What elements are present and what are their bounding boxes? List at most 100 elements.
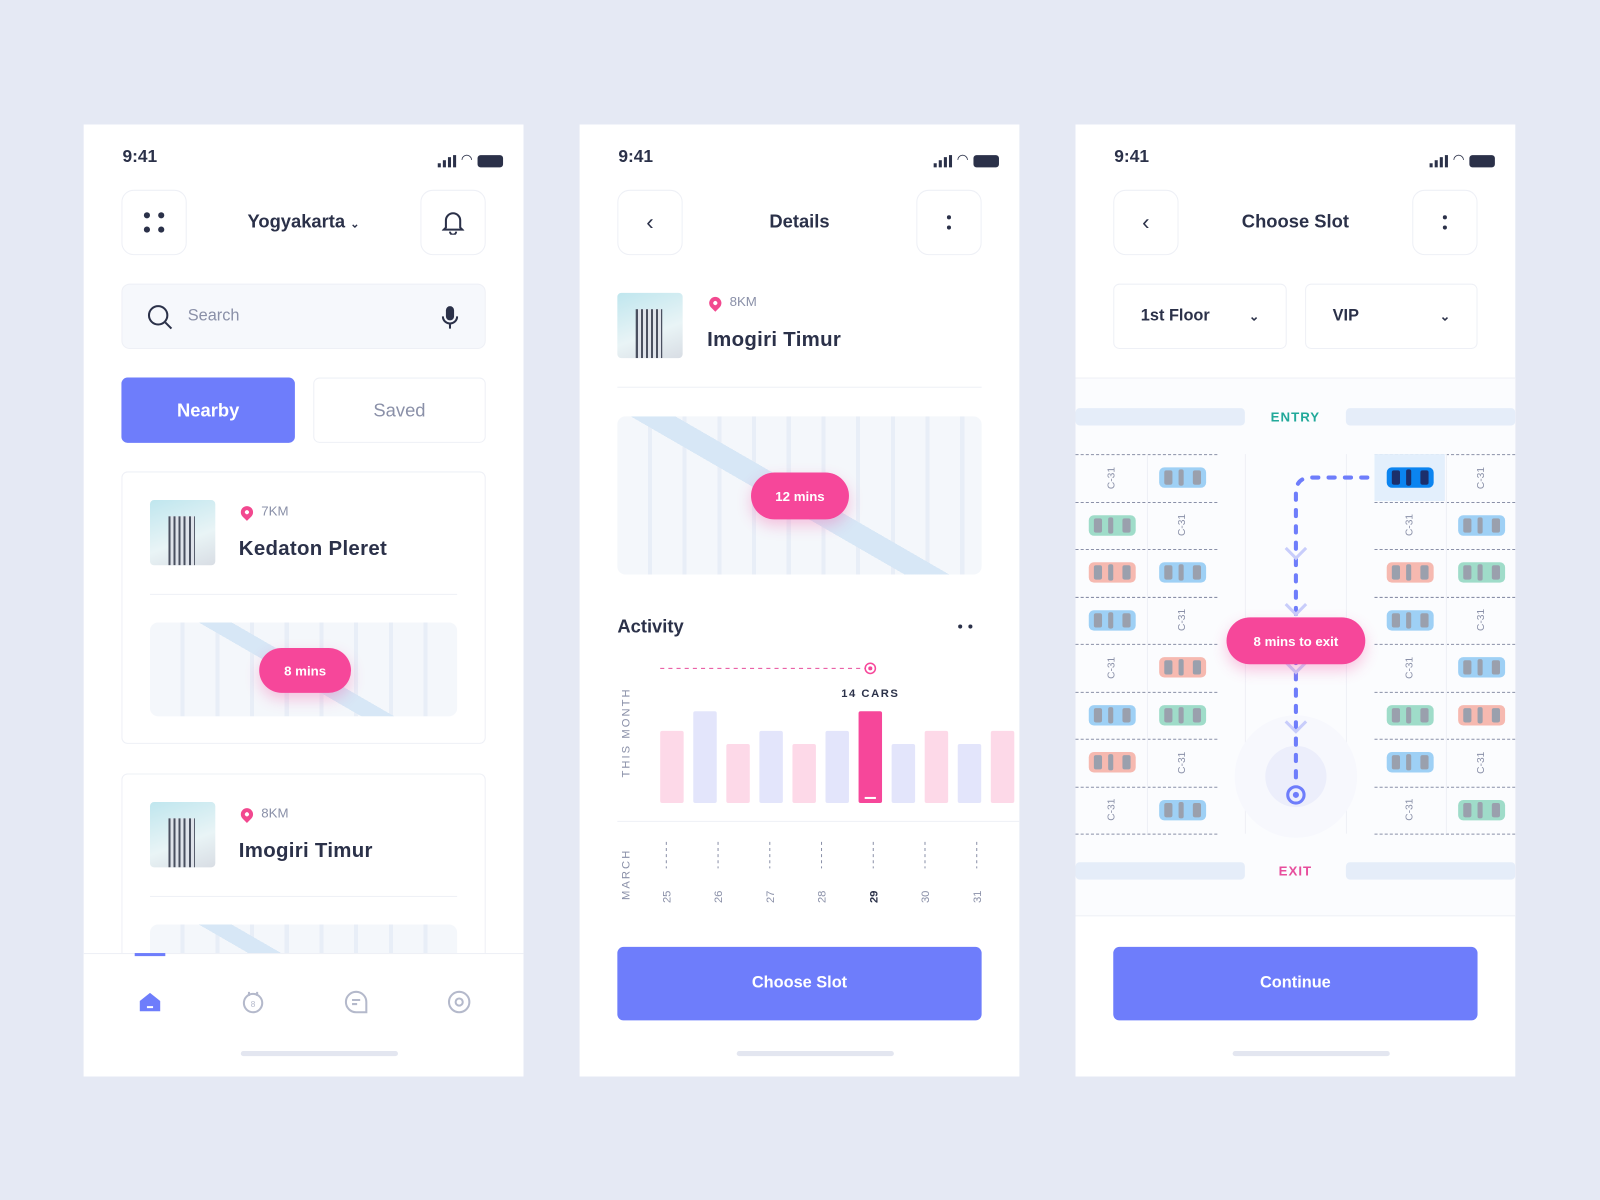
- slot-label: C-31: [1106, 466, 1118, 489]
- occupied-slot[interactable]: [1446, 691, 1515, 738]
- slot-label: C-31: [1106, 798, 1118, 821]
- empty-slot[interactable]: C-31: [1147, 739, 1217, 786]
- home-screen: 9:41 ◠ Yogyakarta ⌄ Search Nearby Saved …: [83, 124, 524, 1077]
- occupied-slot[interactable]: [1077, 549, 1147, 596]
- empty-slot[interactable]: C-31: [1374, 786, 1444, 833]
- empty-slot[interactable]: C-31: [1147, 596, 1217, 643]
- bar[interactable]: [990, 730, 1015, 804]
- bar[interactable]: [726, 744, 750, 804]
- place-name: Imogiri Timur: [238, 839, 373, 863]
- microphone-icon[interactable]: [441, 305, 459, 329]
- occupied-slot[interactable]: [1077, 739, 1147, 786]
- signal-icon: [1429, 155, 1448, 168]
- type-value: VIP: [1332, 307, 1359, 325]
- occupied-slot[interactable]: [1147, 786, 1217, 833]
- bar[interactable]: [792, 744, 816, 804]
- place-card[interactable]: 7KM Kedaton Pleret 8 mins: [121, 471, 486, 744]
- car-icon: [1386, 704, 1434, 725]
- bar[interactable]: [825, 730, 849, 804]
- calendar-icon[interactable]: 8: [241, 990, 265, 1014]
- back-button[interactable]: ‹: [1113, 189, 1179, 256]
- home-icon[interactable]: [138, 990, 162, 1014]
- settings-icon[interactable]: [447, 990, 471, 1014]
- tick-label[interactable]: 25: [661, 891, 673, 903]
- place-image: [149, 499, 216, 566]
- status-icons: ◠: [933, 151, 999, 168]
- occupied-slot[interactable]: [1147, 691, 1217, 738]
- occupied-slot[interactable]: [1446, 644, 1515, 691]
- slot-divider: [1374, 833, 1516, 835]
- chat-icon[interactable]: [344, 990, 368, 1014]
- tick-label[interactable]: 29: [868, 891, 880, 903]
- car-icon: [1088, 609, 1136, 631]
- floor-select[interactable]: 1st Floor ⌄: [1113, 283, 1287, 349]
- empty-slot[interactable]: C-31: [1446, 596, 1515, 643]
- occupied-slot[interactable]: [1147, 454, 1217, 501]
- bar[interactable]: [957, 744, 982, 804]
- tick-label[interactable]: 27: [765, 891, 777, 903]
- search-input[interactable]: Search: [121, 283, 486, 349]
- location-selector[interactable]: Yogyakarta ⌄: [196, 211, 411, 232]
- empty-slot[interactable]: C-31: [1374, 502, 1444, 549]
- tick-label[interactable]: 31: [972, 891, 984, 903]
- slot-label: C-31: [1475, 466, 1487, 489]
- occupied-slot[interactable]: [1147, 644, 1217, 691]
- back-button[interactable]: ‹: [617, 189, 683, 256]
- floor-value: 1st Floor: [1140, 307, 1210, 325]
- tick-label[interactable]: 26: [713, 891, 725, 903]
- occupied-slot[interactable]: [1446, 549, 1515, 596]
- divider: [617, 386, 982, 388]
- bar[interactable]: [924, 730, 949, 804]
- occupied-slot[interactable]: [1077, 502, 1147, 549]
- activity-more-button[interactable]: [958, 624, 973, 629]
- occupied-slot[interactable]: [1374, 691, 1444, 738]
- chevron-down-icon: ⌄: [1248, 309, 1260, 324]
- empty-slot[interactable]: C-31: [1446, 739, 1515, 786]
- occupied-slot[interactable]: [1077, 596, 1147, 643]
- bar-highlighted[interactable]: [858, 711, 883, 804]
- chevron-down-icon: ⌄: [350, 218, 360, 231]
- place-image: [617, 292, 683, 359]
- pin-icon: [238, 503, 256, 521]
- occupied-slot[interactable]: [1077, 691, 1147, 738]
- car-icon: [1158, 799, 1206, 820]
- occupied-slot[interactable]: [1374, 739, 1444, 786]
- continue-button[interactable]: Continue: [1113, 946, 1478, 1021]
- tab-nearby[interactable]: Nearby: [121, 377, 295, 443]
- signal-icon: [933, 155, 952, 168]
- bar[interactable]: [693, 711, 717, 804]
- bar[interactable]: [660, 730, 684, 804]
- status-time: 9:41: [1114, 146, 1150, 167]
- empty-slot[interactable]: C-31: [1077, 644, 1147, 691]
- more-button[interactable]: [916, 189, 982, 256]
- empty-slot[interactable]: C-31: [1374, 644, 1444, 691]
- empty-slot[interactable]: C-31: [1077, 454, 1147, 501]
- notifications-button[interactable]: [420, 189, 486, 256]
- occupied-slot[interactable]: [1374, 596, 1444, 643]
- slot-label: C-31: [1176, 513, 1188, 537]
- tab-saved[interactable]: Saved: [313, 377, 486, 443]
- selected-slot[interactable]: [1374, 454, 1445, 502]
- empty-slot[interactable]: C-31: [1446, 454, 1515, 501]
- choose-slot-button[interactable]: Choose Slot: [617, 946, 982, 1021]
- more-button[interactable]: [1412, 189, 1478, 256]
- battery-icon: [1469, 155, 1495, 168]
- empty-slot[interactable]: C-31: [1077, 786, 1147, 833]
- parking-map: ENTRY EXIT 8 mins to exit C-31 C-31 C-31 C-…: [1075, 377, 1516, 917]
- type-select[interactable]: VIP ⌄: [1305, 283, 1478, 349]
- status-icons: ◠: [437, 151, 504, 168]
- tick-label[interactable]: 28: [817, 891, 829, 903]
- tick-label[interactable]: 30: [920, 891, 932, 903]
- occupied-slot[interactable]: [1446, 502, 1515, 549]
- occupied-slot[interactable]: [1374, 549, 1444, 596]
- occupied-slot[interactable]: [1446, 786, 1515, 833]
- menu-button[interactable]: [121, 189, 187, 256]
- chevron-down-icon: ⌄: [1439, 309, 1450, 324]
- active-indicator: [134, 953, 166, 957]
- slot-label: C-31: [1475, 751, 1487, 774]
- empty-slot[interactable]: C-31: [1147, 502, 1217, 549]
- car-icon: [1088, 514, 1136, 536]
- bar[interactable]: [759, 730, 783, 804]
- bar[interactable]: [891, 744, 916, 804]
- occupied-slot[interactable]: [1147, 549, 1217, 596]
